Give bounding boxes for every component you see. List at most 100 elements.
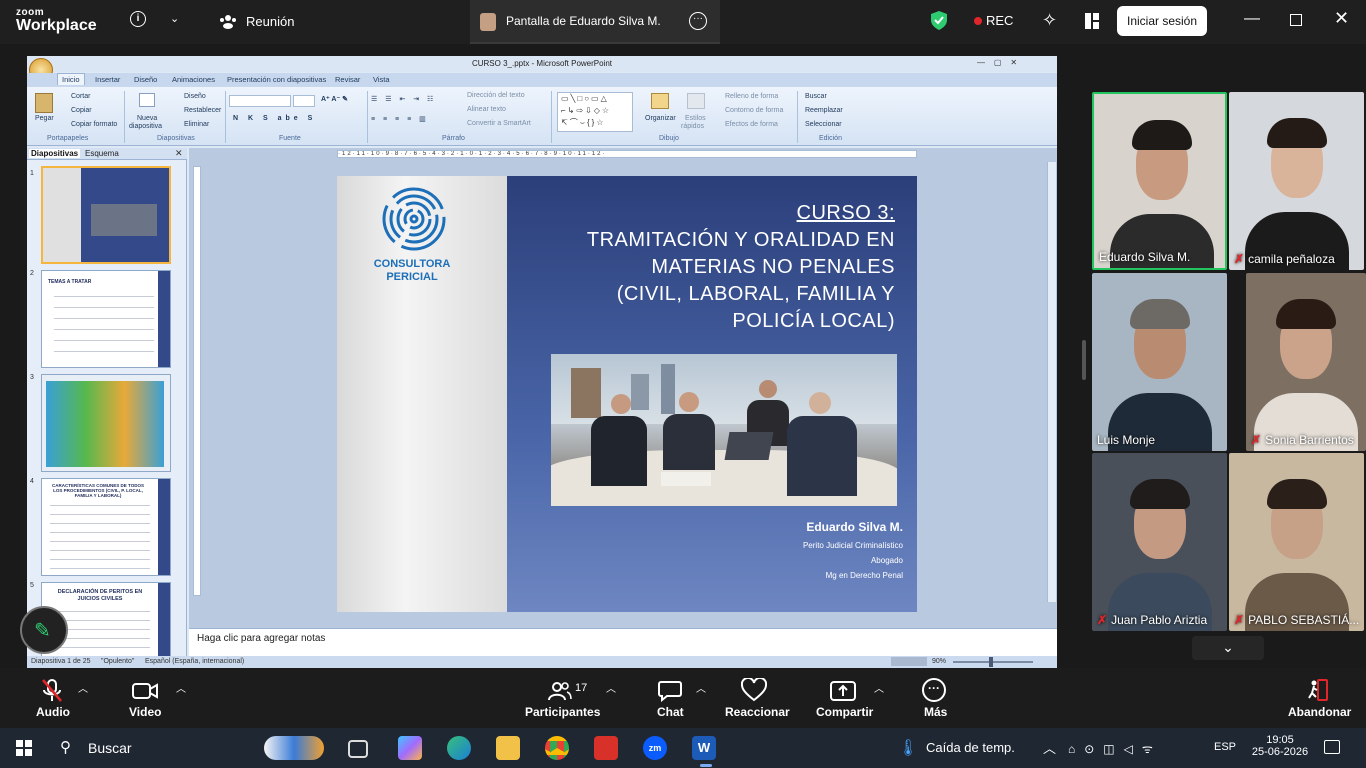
tab-insertar[interactable]: Insertar [95,75,120,84]
video-camera-icon[interactable] [132,682,158,700]
quick-styles-icon[interactable] [687,93,705,109]
video-button-label[interactable]: Video [129,705,161,719]
quick-styles-label-2[interactable]: rápidos [681,123,704,130]
text-direction-button[interactable]: Dirección del texto [467,92,525,99]
next-page-chevron-icon[interactable]: ⌄ [1192,636,1264,660]
delete-button[interactable]: Eliminar [184,121,209,128]
align-buttons[interactable]: ≡ ≡ ≡ ≡ ▥ [371,115,429,123]
arrange-icon[interactable] [651,93,669,109]
new-slide-icon[interactable] [139,93,155,107]
slide-thumbnail-1[interactable] [41,166,171,264]
chat-options-chevron-icon[interactable]: ︿ [696,680,706,695]
paste-icon[interactable] [35,93,53,113]
minimize-icon[interactable]: — [1244,10,1260,28]
audio-button-label[interactable]: Audio [36,705,70,719]
new-slide-label-2[interactable]: diapositiva [129,123,162,130]
participant-tile[interactable]: ✗ PABLO SEBASTIÁ... [1229,453,1364,631]
signin-button[interactable]: Iniciar sesión [1117,6,1207,36]
current-slide[interactable]: CONSULTORA PERICIAL CURSO 3: TRAMITACIÓN… [337,176,917,612]
windows-start-icon[interactable] [16,740,32,756]
zoom-slider-thumb[interactable] [989,657,993,667]
microphone-muted-icon[interactable] [40,678,64,704]
share-tab[interactable]: Pantalla de Eduardo Silva M. ··· [470,0,720,44]
smartart-button[interactable]: Convertir a SmartArt [467,120,531,127]
tray-chevron-icon[interactable]: ︿ [1043,738,1056,757]
cut-button[interactable]: Cortar [71,93,90,100]
chat-button-label[interactable]: Chat [657,705,684,719]
zoom-app-icon[interactable]: zm [643,736,667,760]
font-style-buttons[interactable]: N K S abe S [233,115,316,122]
layout-button[interactable]: Diseño [184,93,206,100]
zoom-slider[interactable] [953,661,1033,663]
file-explorer-icon[interactable] [496,736,520,760]
acrobat-icon[interactable] [594,736,618,760]
font-name-select[interactable] [229,95,291,107]
tab-revisar[interactable]: Revisar [335,75,360,84]
shapes-gallery[interactable]: ▭╲□○▭△ ⌐↳⇨⇩◇☆ ↸⌒⌣{}☆ [557,92,633,132]
select-button[interactable]: Seleccionar [805,121,842,128]
font-size-select[interactable] [293,95,315,107]
share-screen-icon[interactable] [830,680,856,702]
more-button-label[interactable]: Más [924,705,947,719]
quick-styles-label-1[interactable]: Estilos [685,115,706,122]
annotate-pen-button[interactable]: ✎ [20,606,68,654]
format-painter-button[interactable]: Copiar formato [71,121,117,128]
task-view-icon[interactable] [348,740,368,758]
more-icon[interactable]: ··· [922,678,946,702]
shield-icon[interactable] [931,11,947,30]
close-icon[interactable]: ✕ [1334,8,1349,29]
shape-outline-button[interactable]: Contorno de forma [725,107,783,114]
taskbar-search-box[interactable]: ⚲ Buscar [52,734,330,762]
arrange-button[interactable]: Organizar [645,115,676,122]
leave-icon[interactable] [1306,678,1330,702]
slide-thumbnail-2[interactable]: TEMAS A TRATAR [41,270,171,368]
shape-fill-button[interactable]: Relleno de forma [725,93,778,100]
notifications-icon[interactable] [1324,740,1340,754]
weather-label[interactable]: Caída de temp. [926,740,1015,755]
paste-button[interactable]: Pegar [35,115,54,122]
maximize-icon[interactable] [1290,14,1302,26]
chevron-down-icon[interactable]: ⌄ [170,12,179,25]
find-button[interactable]: Buscar [805,93,827,100]
participants-icon[interactable] [548,680,572,702]
slide-thumbnail-4[interactable]: CARACTERÍSTICAS COMUNES DE TODOS LOS PRO… [41,478,171,576]
tab-inicio[interactable]: Inicio [57,73,85,85]
view-buttons[interactable] [891,657,927,666]
vertical-scrollbar[interactable] [1047,162,1056,602]
chat-bubble-icon[interactable] [658,680,682,703]
shape-effects-button[interactable]: Efectos de forma [725,121,778,128]
participants-options-chevron-icon[interactable]: ︿ [606,680,616,695]
word-icon[interactable]: W [692,736,716,760]
react-button-label[interactable]: Reaccionar [725,705,790,719]
notes-pane[interactable]: Haga clic para agregar notas [189,628,1057,658]
tab-presentacion[interactable]: Presentación con diapositivas [227,75,326,84]
participant-tile[interactable]: ✗ Sonia Barrientos [1246,273,1366,451]
participants-button-label[interactable]: Participantes [525,705,600,719]
participant-tile[interactable]: ✗ Juan Pablo Ariztia [1092,453,1227,631]
view-layout-icon[interactable] [1085,13,1099,29]
list-buttons[interactable]: ☰ ☰ ⇤ ⇥ ☷ [371,95,436,103]
edge-icon[interactable] [447,736,471,760]
share-options-chevron-icon[interactable]: ︿ [874,680,884,695]
system-tray-icons[interactable]: ⌂⊙◫◁ᯤ [1068,740,1162,757]
heart-react-icon[interactable] [740,676,768,702]
participant-tile[interactable]: ✗ camila peñaloza [1229,92,1364,270]
notes-placeholder[interactable]: Haga clic para agregar notas [197,633,325,644]
new-slide-label-1[interactable]: Nueva [137,115,157,122]
tab-esquema[interactable]: Esquema [85,149,119,158]
slide-thumbnail-3[interactable] [41,374,171,472]
audio-options-chevron-icon[interactable]: ︿ [78,680,88,695]
share-button-label[interactable]: Compartir [816,705,873,719]
panel-resize-handle[interactable] [1082,340,1086,380]
leave-button-label[interactable]: Abandonar [1288,705,1351,719]
more-options-icon[interactable]: ··· [689,12,707,30]
align-text-button[interactable]: Alinear texto [467,106,506,113]
clock[interactable]: 19:05 25-06-2026 [1248,734,1312,758]
participant-tile[interactable]: Eduardo Silva M. [1092,92,1227,270]
tab-vista[interactable]: Vista [373,75,390,84]
rec-label[interactable]: REC [986,13,1013,28]
reset-button[interactable]: Restablecer [184,107,221,114]
copilot-icon[interactable] [398,736,422,760]
tab-diapositivas[interactable]: Diapositivas [29,149,81,158]
replace-button[interactable]: Reemplazar [805,107,843,114]
